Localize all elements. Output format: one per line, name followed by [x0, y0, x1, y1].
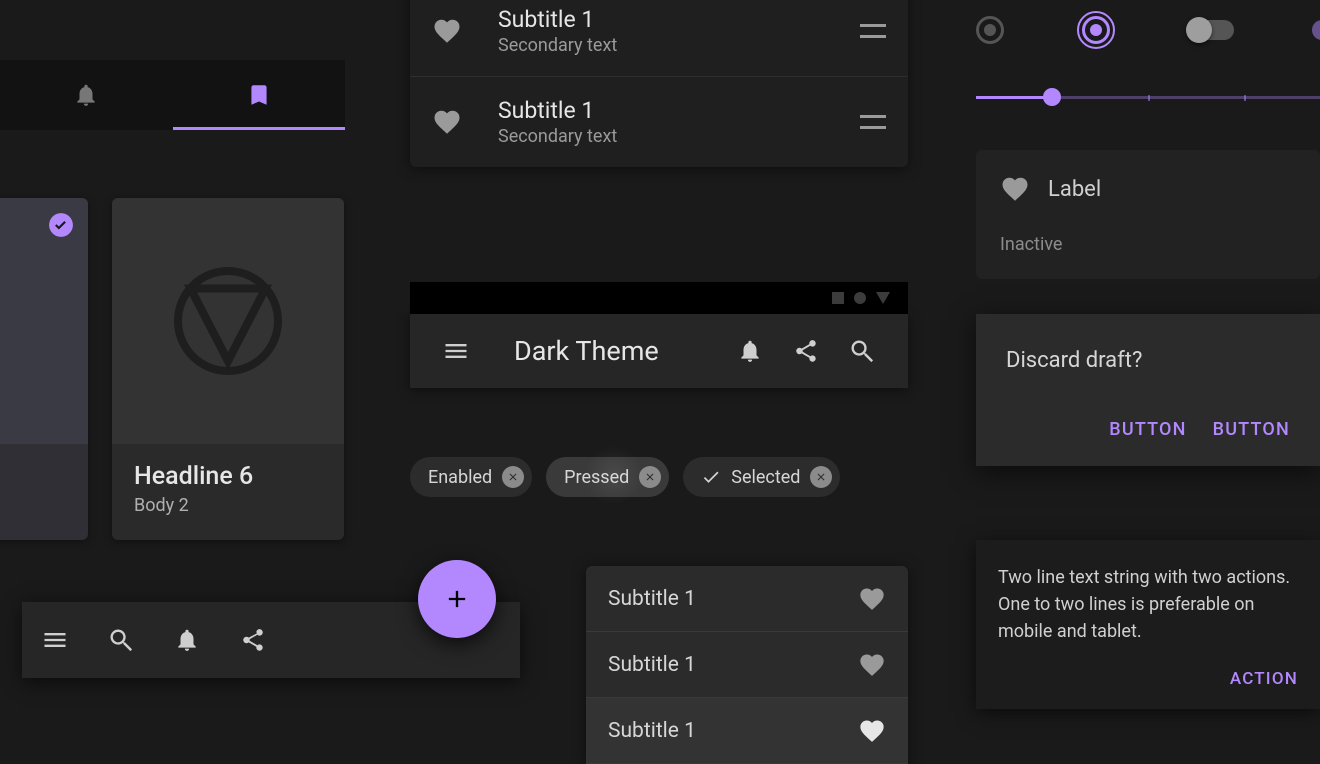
switch-on[interactable]	[1312, 20, 1320, 40]
snackbar-action[interactable]: ACTION	[1230, 669, 1298, 689]
dialog: Discard draft? BUTTON BUTTON	[976, 314, 1320, 466]
tab-notifications[interactable]	[0, 60, 173, 130]
close-icon	[507, 471, 519, 483]
chip-remove[interactable]	[502, 466, 524, 488]
material-logo-icon	[168, 261, 288, 381]
check-icon	[701, 467, 721, 487]
appbar-title: Dark Theme	[514, 335, 722, 367]
heart-icon[interactable]	[858, 717, 886, 745]
list-item-secondary: Secondary text	[498, 35, 860, 56]
card-body-text: Body 2	[134, 495, 322, 516]
close-icon	[815, 471, 827, 483]
controls-row	[976, 16, 1320, 44]
two-line-list: Subtitle 1 Secondary text Subtitle 1 Sec…	[410, 0, 908, 167]
status-bar	[410, 282, 908, 314]
notifications-button[interactable]	[154, 602, 220, 678]
list-item-title: Subtitle 1	[608, 719, 858, 743]
menu-icon	[442, 337, 470, 365]
snackbar: Two line text string with two actions. O…	[976, 540, 1320, 709]
search-icon	[848, 337, 876, 365]
tab-bookmarks[interactable]	[173, 60, 346, 130]
check-badge-icon	[48, 212, 74, 238]
label-card: Label Inactive	[976, 150, 1320, 279]
chip-label: Enabled	[428, 467, 492, 488]
chip-selected[interactable]: Selected	[683, 457, 840, 497]
list-item[interactable]: Subtitle 1	[586, 698, 908, 764]
label-status: Inactive	[1000, 234, 1296, 255]
slider[interactable]	[976, 96, 1320, 99]
card-2[interactable]: Headline 6 Body 2	[112, 198, 344, 540]
bookmark-icon	[246, 82, 272, 108]
heart-icon	[432, 16, 462, 46]
list-item-title: Subtitle 1	[498, 6, 860, 33]
bell-icon	[737, 338, 763, 364]
status-triangle-icon	[876, 292, 890, 304]
heart-icon[interactable]	[858, 585, 886, 613]
chip-label: Pressed	[564, 467, 629, 488]
list-item[interactable]: Subtitle 1	[586, 566, 908, 632]
tab-bar	[0, 60, 345, 130]
search-button[interactable]	[88, 602, 154, 678]
search-button[interactable]	[834, 337, 890, 365]
share-icon	[793, 338, 819, 364]
list-item-title: Subtitle 1	[608, 653, 858, 677]
notifications-button[interactable]	[722, 338, 778, 364]
chip-pressed[interactable]: Pressed	[546, 457, 669, 497]
status-square-icon	[832, 292, 844, 304]
chip-remove[interactable]	[639, 466, 661, 488]
menu-button[interactable]	[428, 337, 484, 365]
label-text: Label	[1048, 177, 1101, 202]
menu-icon	[41, 626, 69, 654]
slider-thumb[interactable]	[1043, 88, 1061, 106]
plus-icon	[443, 585, 471, 613]
list-item-secondary: Secondary text	[498, 126, 860, 147]
card-row: 6 Headline 6 Body 2	[0, 198, 344, 540]
search-icon	[107, 626, 135, 654]
dialog-button-2[interactable]: BUTTON	[1213, 419, 1290, 440]
drag-handle-icon[interactable]	[860, 115, 886, 129]
heart-icon[interactable]	[858, 651, 886, 679]
share-icon	[240, 627, 266, 653]
drag-handle-icon[interactable]	[860, 24, 886, 38]
card-headline: Headline 6	[134, 462, 322, 491]
status-circle-icon	[854, 292, 866, 304]
dialog-button-1[interactable]: BUTTON	[1109, 419, 1186, 440]
radio-unselected[interactable]	[976, 16, 1004, 44]
top-app-bar: Dark Theme	[410, 314, 908, 388]
simple-list: Subtitle 1 Subtitle 1 Subtitle 1	[586, 566, 908, 764]
chip-enabled[interactable]: Enabled	[410, 457, 532, 497]
fab-add[interactable]	[418, 560, 496, 638]
list-item[interactable]: Subtitle 1	[586, 632, 908, 698]
share-button[interactable]	[778, 338, 834, 364]
card-headline: 6	[0, 462, 66, 491]
bell-icon	[174, 627, 200, 653]
list-item-title: Subtitle 1	[608, 587, 858, 611]
radio-selected[interactable]	[1082, 16, 1110, 44]
close-icon	[644, 471, 656, 483]
dialog-title: Discard draft?	[1006, 348, 1290, 373]
heart-icon	[1000, 174, 1030, 204]
card-1[interactable]: 6	[0, 198, 88, 540]
share-button[interactable]	[220, 602, 286, 678]
heart-icon	[432, 107, 462, 137]
list-item-title: Subtitle 1	[498, 97, 860, 124]
chip-row: Enabled Pressed Selected	[410, 457, 840, 497]
switch-off[interactable]	[1188, 20, 1234, 40]
bell-icon	[73, 82, 99, 108]
snackbar-text: Two line text string with two actions. O…	[998, 564, 1298, 645]
chip-label: Selected	[731, 467, 800, 488]
list-item[interactable]: Subtitle 1 Secondary text	[410, 0, 908, 76]
chip-remove[interactable]	[810, 466, 832, 488]
list-item[interactable]: Subtitle 1 Secondary text	[410, 76, 908, 167]
menu-button[interactable]	[22, 602, 88, 678]
